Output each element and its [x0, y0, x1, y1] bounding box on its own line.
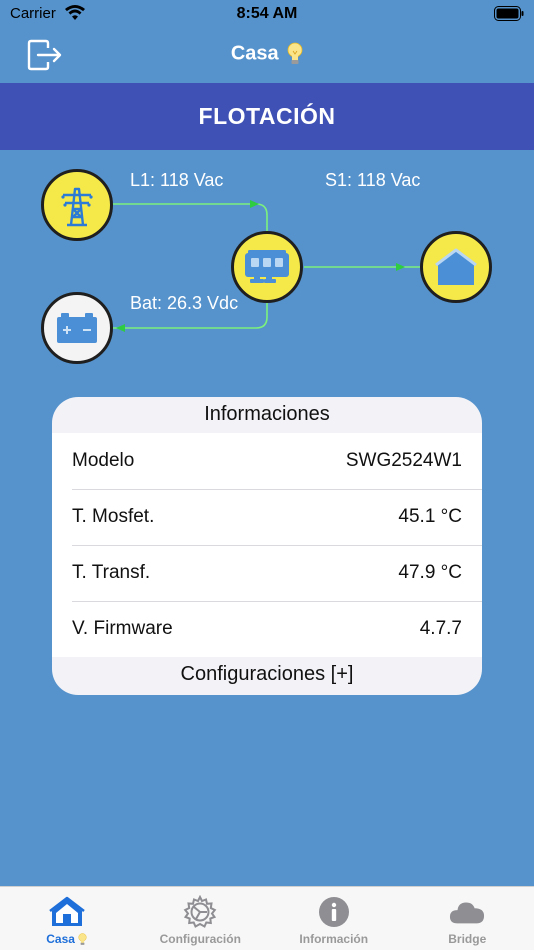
- power-tower-icon: [61, 187, 93, 227]
- status-time: 8:54 AM: [236, 5, 298, 22]
- lightbulb-icon: [287, 42, 303, 64]
- tab-informacion-label: Información: [299, 932, 369, 946]
- battery-flow-arrow: [116, 324, 125, 332]
- status-bar: Carrier 8:54 AM: [0, 0, 534, 28]
- nav-title-text: Casa: [230, 42, 279, 65]
- battery-icon: [57, 313, 97, 343]
- info-table: Modelo SWG2524W1 T. Mosfet. 45.1 °C T. T…: [52, 433, 482, 657]
- tab-casa[interactable]: Casa: [0, 887, 134, 950]
- gear-icon: [183, 895, 217, 928]
- nav-bar: Casa: [0, 28, 534, 82]
- tab-bridge-label: Bridge: [448, 932, 487, 946]
- info-row-label: V. Firmware: [72, 618, 173, 639]
- info-row-transformer-temp: T. Transf. 47.9 °C: [52, 545, 482, 601]
- grid-flow-arrow: [250, 200, 259, 208]
- info-row-value: SWG2524W1: [345, 450, 462, 471]
- output-voltage-label: S1: 118 Vac: [325, 170, 421, 190]
- inverter-node: [231, 231, 303, 303]
- energy-flow-diagram: L1: 118 Vac S1: 118 Vac Bat: 26.3 Vdc: [0, 150, 534, 390]
- battery-node: [41, 292, 113, 364]
- info-icon: [318, 897, 349, 927]
- info-card: Informaciones Modelo SWG2524W1 T. Mosfet…: [52, 397, 482, 695]
- tab-configuracion-label: Configuración: [159, 932, 241, 946]
- info-row-value: 47.9 °C: [398, 562, 462, 583]
- cloud-icon: [450, 902, 485, 924]
- state-label: FLOTACIÓN: [198, 103, 336, 129]
- info-row-label: T. Transf.: [72, 562, 151, 583]
- info-card-title: Informaciones: [204, 403, 330, 425]
- tab-label: Casa: [46, 932, 87, 946]
- info-row-value: 45.1 °C: [398, 506, 462, 527]
- info-row-model: Modelo SWG2524W1: [52, 433, 482, 489]
- nav-title: Casa: [0, 42, 534, 66]
- grid-voltage-label: L1: 118 Vac: [130, 170, 224, 190]
- info-row-firmware: V. Firmware 4.7.7: [52, 601, 482, 657]
- tab-bar: Casa Configuración Información Bridge: [0, 886, 534, 950]
- configurations-expand-button[interactable]: Configuraciones [+]: [52, 657, 482, 693]
- house-icon: [48, 896, 85, 926]
- house-node: [420, 231, 492, 303]
- inverter-icon: [245, 250, 289, 283]
- battery-status-icon: [494, 6, 524, 21]
- tab-configuracion[interactable]: Configuración: [134, 887, 268, 950]
- grid-flow-line: [112, 203, 268, 232]
- output-flow-arrow: [396, 263, 405, 271]
- battery-voltage-label: Bat: 26.3 Vdc: [130, 293, 239, 313]
- state-banner: FLOTACIÓN: [0, 83, 534, 150]
- tab-informacion[interactable]: Información: [267, 887, 401, 950]
- lightbulb-icon: [78, 933, 87, 946]
- house-icon: [435, 248, 477, 285]
- info-row-mosfet-temp: T. Mosfet. 45.1 °C: [52, 489, 482, 545]
- info-row-label: T. Mosfet.: [72, 506, 155, 527]
- tab-bridge[interactable]: Bridge: [401, 887, 534, 950]
- info-row-value: 4.7.7: [419, 618, 462, 639]
- info-row-label: Modelo: [72, 450, 135, 471]
- tab-casa-label: Casa: [46, 932, 75, 946]
- grid-node: [41, 169, 113, 241]
